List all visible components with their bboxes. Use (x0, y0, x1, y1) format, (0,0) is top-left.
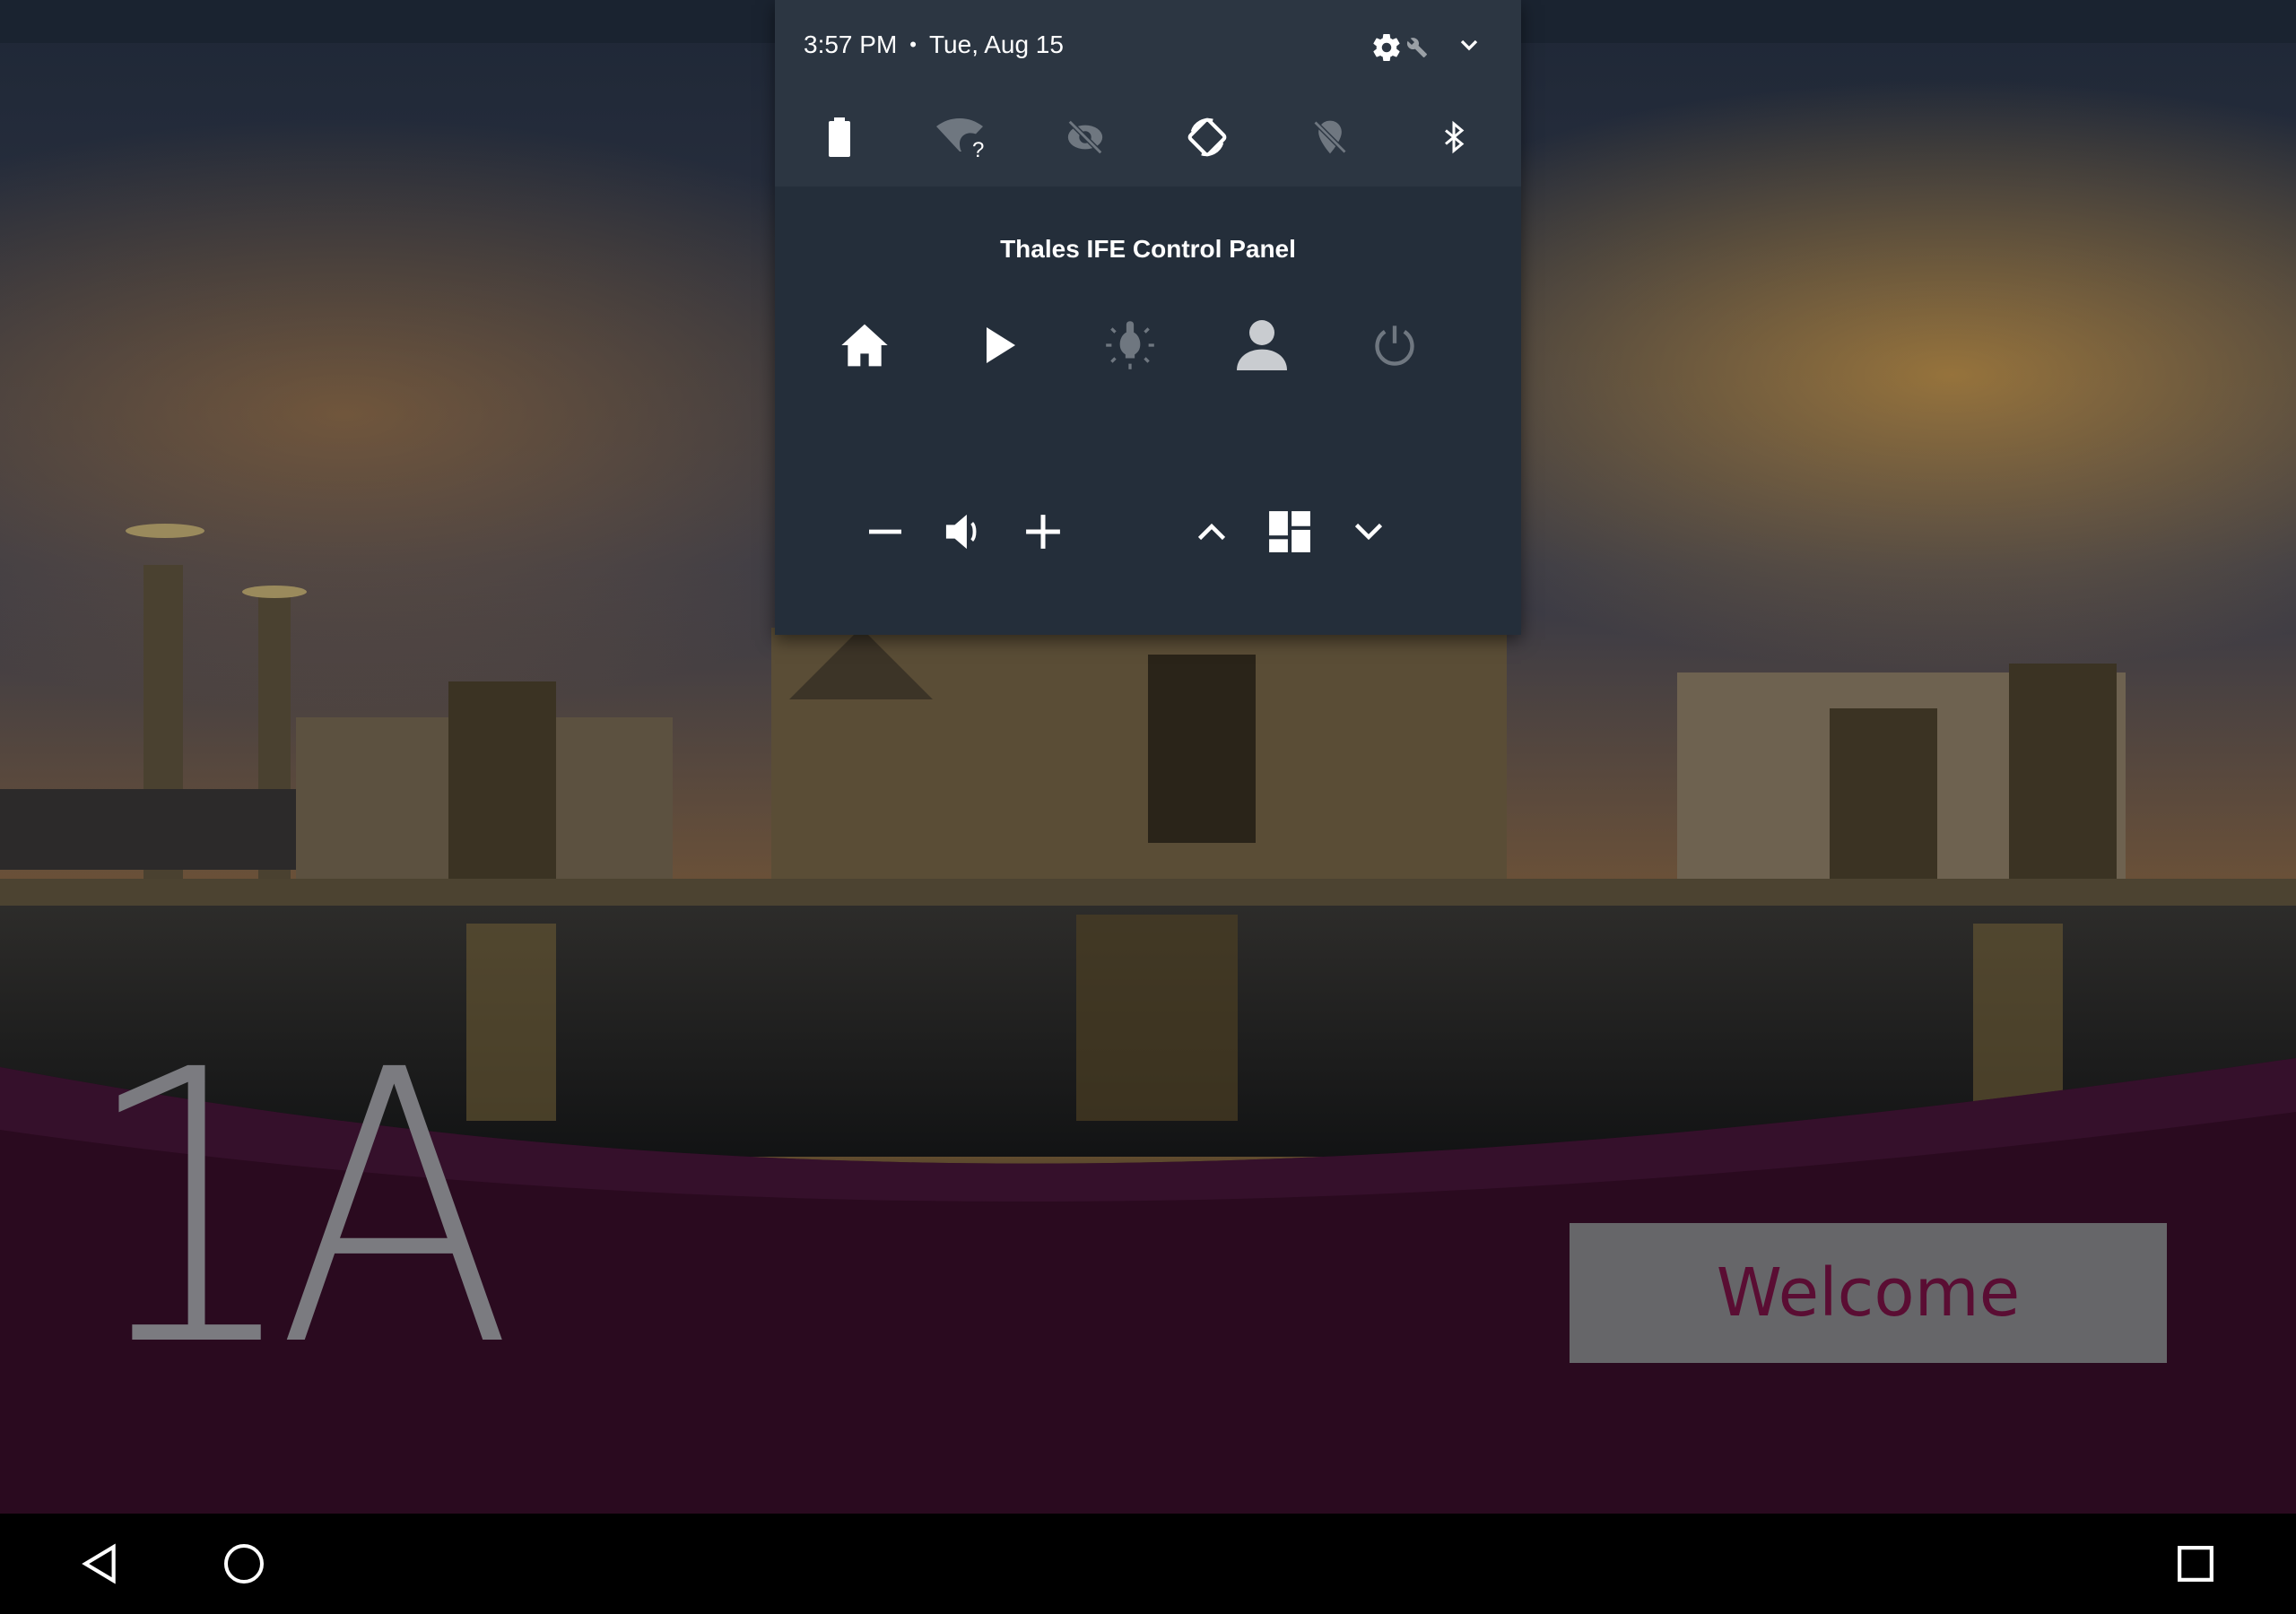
quick-settings-header: 3:57 PM • Tue, Aug 15 (804, 30, 1064, 59)
quick-settings-tiles: ? (775, 106, 1521, 169)
volume-up-icon (1026, 515, 1060, 549)
ife-power-button[interactable] (1359, 309, 1431, 381)
attendant-call-icon (1237, 320, 1287, 370)
welcome-button[interactable]: Welcome (1570, 1223, 2167, 1363)
brightness-down-icon (1354, 523, 1383, 541)
wifi-badge: ? (972, 138, 984, 159)
seat-number: 1A (81, 991, 514, 1429)
quick-settings: 3:57 PM • Tue, Aug 15 ? (775, 0, 1521, 187)
back-icon (82, 1543, 116, 1584)
brightness-up-icon (1197, 523, 1226, 541)
tile-bluetooth[interactable] (1422, 106, 1485, 169)
ife-play-button[interactable] (963, 309, 1035, 381)
bluetooth-icon (1445, 120, 1465, 154)
clock-time: 3:57 PM (804, 30, 898, 58)
ife-attendant-call-button[interactable] (1226, 309, 1298, 381)
recents-icon (2178, 1546, 2213, 1582)
ife-panel-title: Thales IFE Control Panel (1000, 235, 1296, 263)
volume-icon (945, 514, 977, 550)
recents-button[interactable] (2142, 1514, 2249, 1614)
date-label[interactable]: Tue, Aug 15 (929, 30, 1064, 59)
location-off-icon (1313, 120, 1347, 154)
home-icon (841, 324, 888, 367)
quick-settings-actions (1370, 30, 1483, 64)
settings-button[interactable] (1370, 31, 1428, 64)
home-nav-button[interactable] (190, 1514, 298, 1614)
separator-dot: • (909, 33, 917, 56)
wifi-unknown-icon: ? (936, 118, 984, 159)
volume-button[interactable] (929, 496, 1001, 568)
notification-shade: 3:57 PM • Tue, Aug 15 ? Thales IFE Contr… (775, 0, 1521, 635)
tile-auto-rotate[interactable] (1176, 106, 1239, 169)
navigation-bar (0, 1514, 2296, 1614)
layout-button[interactable] (1254, 496, 1326, 568)
expand-button[interactable] (1455, 30, 1483, 64)
play-icon (987, 327, 1015, 363)
wrench-icon (1406, 37, 1427, 57)
tile-location[interactable] (1299, 106, 1361, 169)
reading-light-icon (1106, 321, 1154, 369)
battery-icon (829, 117, 850, 157)
chevron-down-icon (1460, 39, 1478, 51)
layout-icon (1269, 511, 1310, 552)
ife-home-button[interactable] (829, 309, 900, 381)
brightness-up-button[interactable] (1176, 496, 1248, 568)
volume-down-button[interactable] (849, 496, 921, 568)
back-button[interactable] (47, 1514, 154, 1614)
home-circle-icon (224, 1544, 264, 1584)
gear-icon (1373, 33, 1400, 61)
tile-do-not-disturb[interactable] (1054, 106, 1117, 169)
dnd-off-icon (1067, 119, 1103, 155)
volume-up-button[interactable] (1007, 496, 1079, 568)
power-icon (1375, 325, 1414, 366)
brightness-down-button[interactable] (1333, 496, 1405, 568)
ife-top-controls (775, 309, 1521, 381)
ife-bottom-controls (775, 496, 1521, 568)
volume-down-icon (869, 529, 901, 534)
tile-wifi[interactable]: ? (930, 106, 993, 169)
tile-battery[interactable] (808, 106, 871, 169)
ife-reading-light-button[interactable] (1094, 309, 1166, 381)
rotate-icon (1187, 117, 1227, 157)
